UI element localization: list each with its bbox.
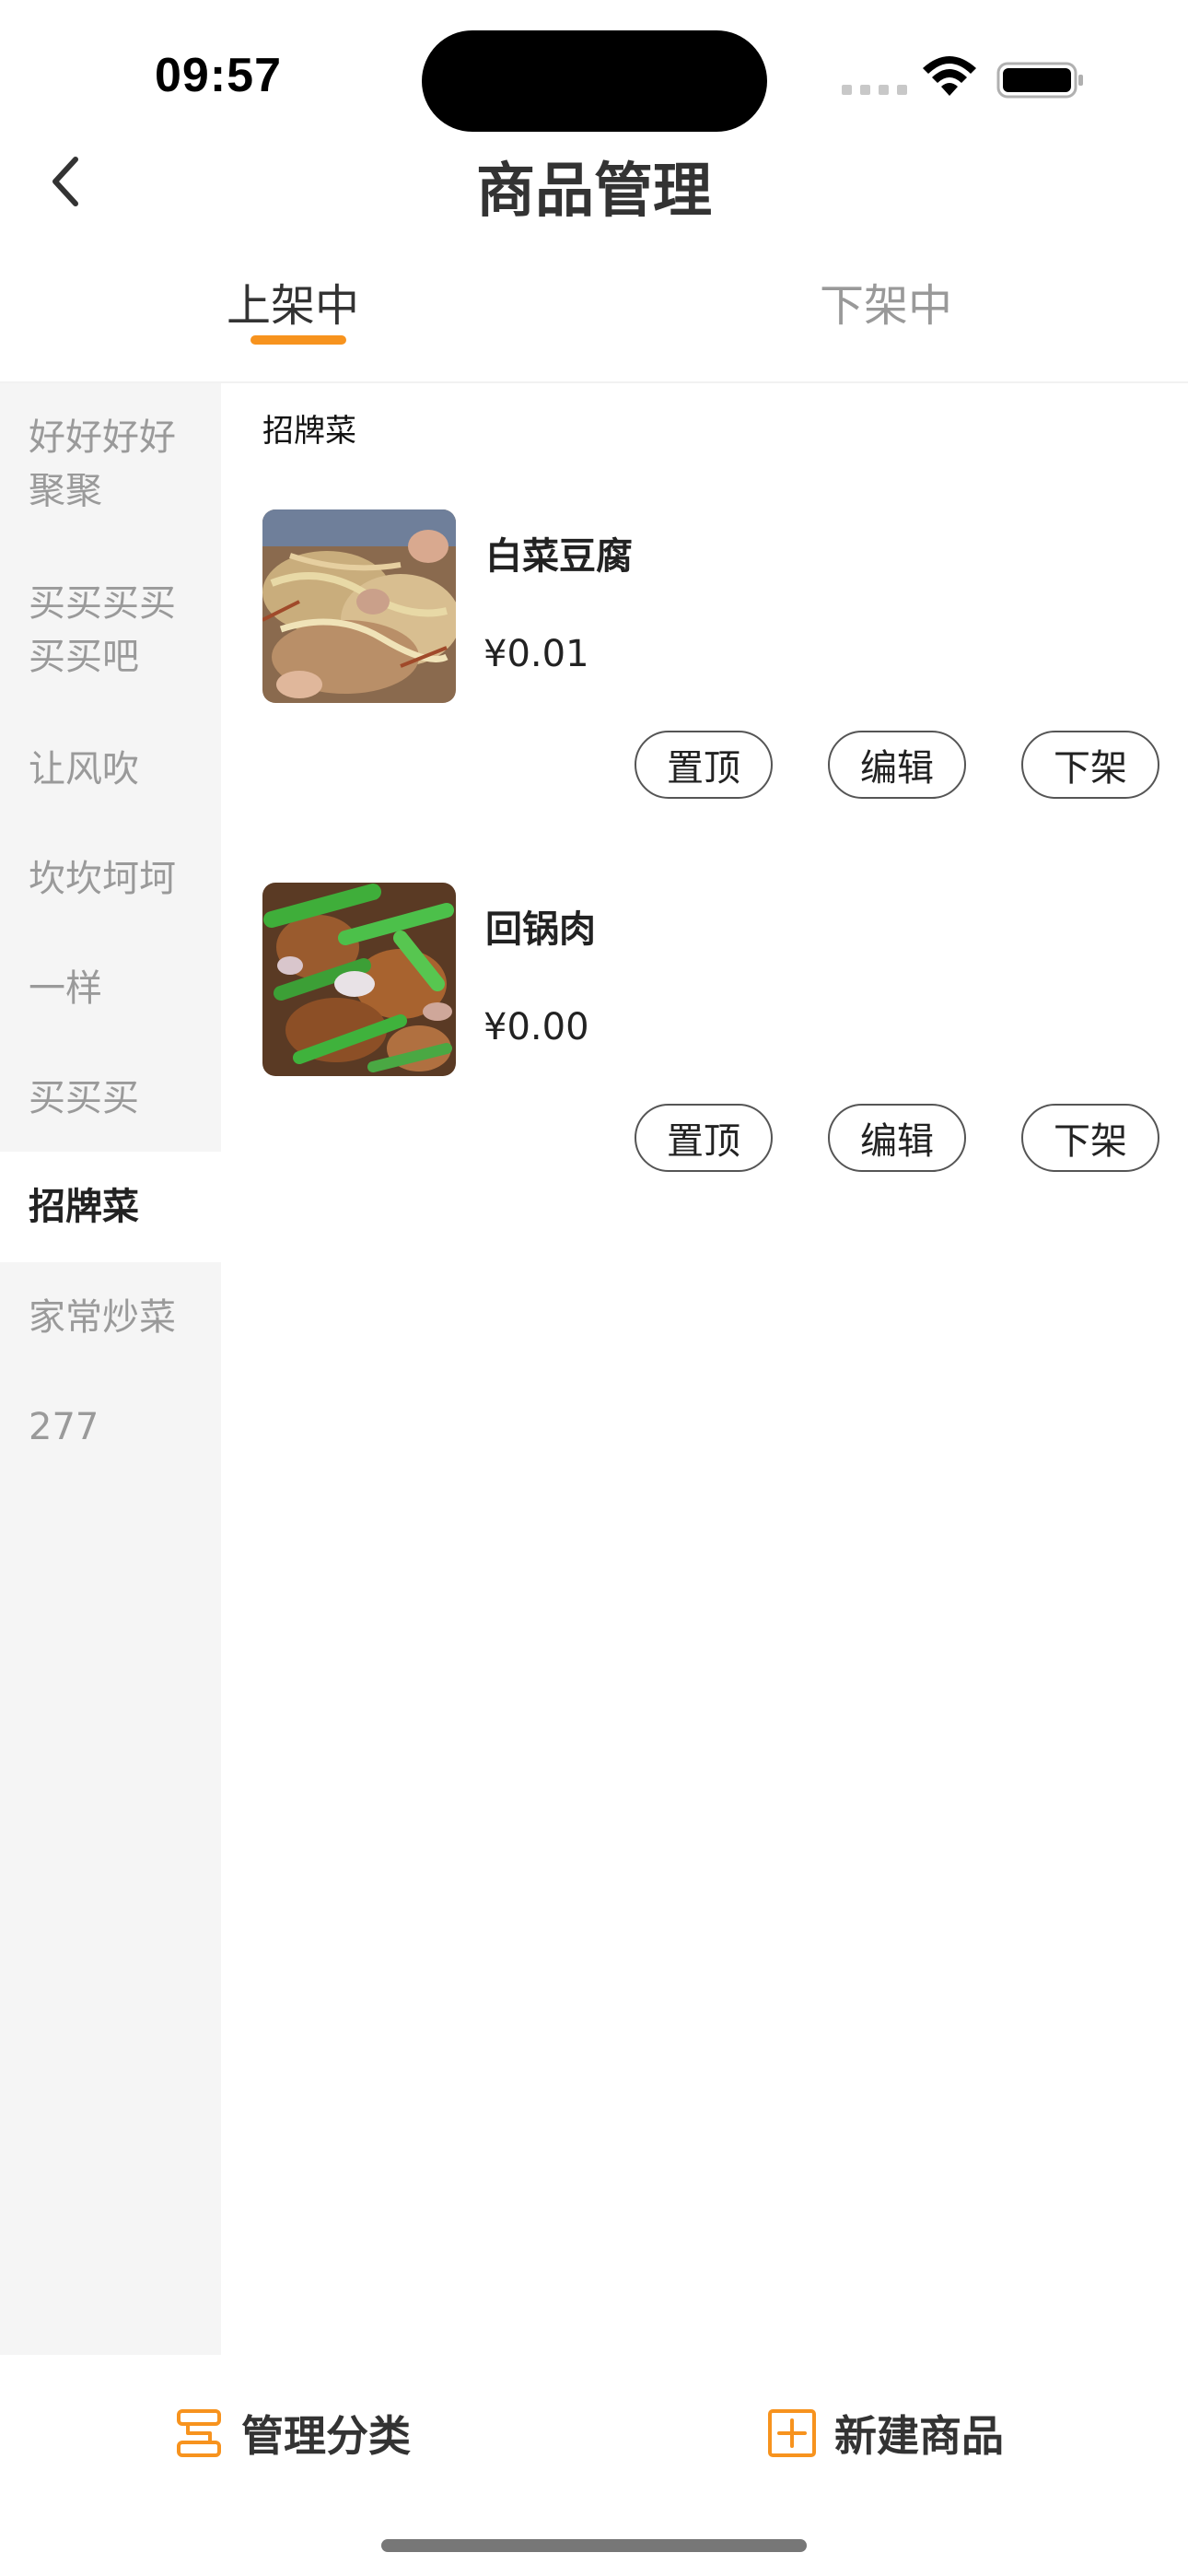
sidebar-item-category[interactable]: 家常炒菜 xyxy=(0,1291,221,1344)
pin-to-top-button[interactable]: 置顶 xyxy=(635,1104,773,1172)
status-time: 09:57 xyxy=(155,49,282,102)
battery-icon xyxy=(996,62,1083,99)
manage-categories-label: 管理分类 xyxy=(241,2411,411,2461)
sidebar-item-category[interactable]: 277 xyxy=(0,1400,221,1454)
product-card: 回锅肉 ¥0.00 置顶 编辑 下架 xyxy=(262,883,1165,1214)
new-product-label: 新建商品 xyxy=(834,2411,1004,2461)
product-photo xyxy=(262,509,456,703)
sidebar-item-category[interactable]: 买买买 xyxy=(0,1071,221,1125)
pin-to-top-button[interactable]: 置顶 xyxy=(635,731,773,799)
page-title: 商品管理 xyxy=(476,158,712,226)
manage-categories-button[interactable]: 管理分类 xyxy=(173,2403,411,2464)
tab-off-shelf[interactable]: 下架中 xyxy=(820,269,952,334)
home-indicator[interactable] xyxy=(381,2539,807,2552)
product-price: ¥0.00 xyxy=(483,1006,589,1048)
sidebar-item-category[interactable]: 让风吹 xyxy=(0,743,221,796)
tab-on-shelf[interactable]: 上架中 xyxy=(227,269,359,334)
product-management-screen: 09:57 商品管理 上架中 下架中 好好好好聚聚 买买买买买买吧 让风吹 坎坎… xyxy=(0,0,1188,2576)
sidebar-item-category[interactable]: 买买买买买买吧 xyxy=(0,577,221,684)
sidebar-item-category-active[interactable]: 招牌菜 xyxy=(0,1152,221,1262)
product-image[interactable] xyxy=(262,883,456,1076)
dynamic-island xyxy=(422,30,767,132)
sidebar-item-category[interactable]: 好好好好聚聚 xyxy=(0,411,221,518)
section-title: 招牌菜 xyxy=(262,413,356,450)
plus-square-icon xyxy=(768,2409,816,2457)
category-list-icon xyxy=(177,2409,221,2457)
edit-button[interactable]: 编辑 xyxy=(828,1104,966,1172)
unlist-button[interactable]: 下架 xyxy=(1021,731,1159,799)
shelf-tabs: 上架中 下架中 xyxy=(0,269,1188,380)
edit-button[interactable]: 编辑 xyxy=(828,731,966,799)
active-tab-indicator xyxy=(250,335,346,345)
product-name: 白菜豆腐 xyxy=(485,535,633,578)
unlist-button[interactable]: 下架 xyxy=(1021,1104,1159,1172)
product-card: 白菜豆腐 ¥0.01 置顶 编辑 下架 xyxy=(262,509,1165,841)
category-sidebar: 好好好好聚聚 买买买买买买吧 让风吹 坎坎坷坷 一样 买买买 招牌菜 家常炒菜 … xyxy=(0,383,221,2355)
product-photo xyxy=(262,883,456,1076)
cellular-signal-icon xyxy=(842,85,907,95)
product-price: ¥0.01 xyxy=(483,633,589,675)
wifi-icon xyxy=(923,56,976,96)
sidebar-item-category[interactable]: 一样 xyxy=(0,962,221,1015)
product-image[interactable] xyxy=(262,509,456,703)
sidebar-item-category[interactable]: 坎坎坷坷 xyxy=(0,852,221,906)
new-product-button[interactable]: 新建商品 xyxy=(766,2403,1004,2464)
product-name: 回锅肉 xyxy=(485,908,596,951)
bottom-action-bar: 管理分类 新建商品 xyxy=(0,2355,1188,2502)
